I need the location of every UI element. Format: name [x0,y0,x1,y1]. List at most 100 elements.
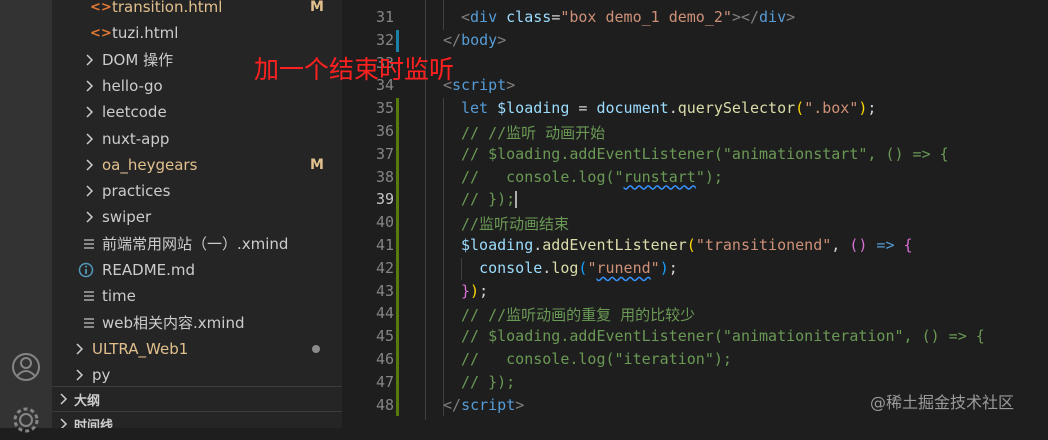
code-line: //监听动画结束 [461,213,569,234]
code-token: //监听动画结束 [461,215,570,234]
settings-gear-icon[interactable] [6,400,46,440]
code-token: > [515,395,525,414]
code-token: . [668,99,678,118]
explorer-item[interactable]: web相关内容.xmind [52,310,342,336]
line-number: 48 [375,395,394,414]
code-line: // $loading.addEventListener("animationi… [461,327,985,345]
chevron-right-icon [76,369,84,381]
code-line: </body> [443,31,506,49]
modified-badge: M [310,156,324,173]
watermark: @稀土掘金技术社区 [870,393,1015,412]
code-token: $loading [497,99,570,118]
explorer-item[interactable]: time [52,283,342,309]
code-token: > [497,30,507,49]
explorer-item[interactable]: nuxt-app [52,126,342,152]
explorer-item-label: nuxt-app [102,129,170,148]
chevron-right-icon [86,159,94,171]
text-cursor [515,191,518,209]
code-token: "box demo_1 demo_2" [560,8,732,26]
code-token: // $loading.addEventListener("animationi… [461,327,985,346]
code-token: // //监听动画的重复 用的比较少 [461,306,696,325]
line-number: 40 [375,213,394,232]
code-token: body [461,30,498,49]
code-token: runend [596,258,651,277]
code-token: script [452,76,507,95]
code-token: () [849,236,868,254]
chevron-right-icon [76,343,84,355]
code-token: div [759,8,787,26]
explorer-item-label: web相关内容.xmind [102,314,245,333]
code-token: // }); [461,190,516,209]
line-number: 39 [375,190,394,209]
line-number: 41 [375,236,394,254]
explorer-item[interactable]: ULTRA_Web1 [52,336,342,362]
line-number: 36 [375,122,394,140]
code-token: > [506,76,516,95]
timeline-section-label: 时间线 [74,418,114,429]
explorer-item[interactable]: py [52,362,342,388]
code-line: <div class="box demo_1 demo_2"></div> [461,8,795,26]
code-line: $loading.addEventListener("transitionend… [461,236,913,254]
changes-dot-icon [312,344,320,353]
line-number: 45 [375,327,394,346]
code-token: $loading [461,236,534,254]
chevron-right-icon [86,132,94,145]
code-token: ; [668,258,678,277]
chevron-right-icon [86,80,94,92]
explorer-item-label: 前端常用网站（一）.xmind [102,235,289,254]
code-token: = [551,8,561,26]
code-line: // console.log("iteration"); [461,350,732,368]
chevron-right-icon [86,211,94,223]
code-token: "); [695,167,723,186]
line-number: 46 [375,350,394,368]
explorer-item[interactable]: <> transition.html M [52,0,342,20]
code-token: </ [443,395,462,414]
code-token: ".box" [804,99,859,118]
outline-section[interactable]: 大纲 [52,386,342,411]
modified-badge: M [310,0,324,15]
explorer-item[interactable]: 前端常用网站（一）.xmind [52,231,342,257]
explorer-item-label: practices [102,182,171,201]
code-token: ) [470,281,480,300]
code-token: // //监听 动画开始 [461,124,606,142]
code-token: // $loading.addEventListener("animations… [461,144,949,163]
code-token: div [470,8,498,26]
explorer-item-label: transition.html [112,0,223,16]
code-token: => [867,236,904,254]
html-file-icon: <> [90,25,112,41]
code-line: let $loading = document.querySelector(".… [461,99,876,117]
chevron-right-icon [86,106,94,118]
explorer-item[interactable]: practices [52,178,342,204]
explorer-item[interactable]: README.md [52,257,342,283]
explorer-item[interactable]: <> tuzi.html [52,20,342,46]
line-number: 32 [375,30,394,49]
line-number: 44 [375,304,394,323]
explorer-item-label: README.md [102,261,196,279]
account-icon[interactable] [6,347,46,387]
line-number: 37 [375,144,394,163]
indent-guide [443,0,444,30]
line-number: 42 [375,258,394,277]
info-file-icon [78,262,94,278]
gutter-added-indicator [396,98,399,416]
code-line: // $loading.addEventListener("animations… [461,145,949,163]
explorer-item[interactable]: swiper [52,204,342,230]
indent-guide [443,98,444,416]
explorer-item[interactable]: oa_heygears M [52,152,342,178]
explorer-item[interactable]: leetcode [52,99,342,125]
explorer-item-label: oa_heygears [102,155,198,174]
code-token: "transitionend" [695,236,832,254]
chevron-right-icon [86,185,94,197]
code-token: . [533,236,543,254]
code-line: }); [461,282,488,300]
text-file-icon [84,238,94,249]
explorer-item-label: tuzi.html [112,24,179,43]
code-line: // }); [461,190,518,209]
text-file-icon [84,291,94,302]
code-line: // console.log("runstart"); [461,168,723,186]
code-token: ; [479,281,489,300]
timeline-section[interactable]: 时间线 [52,411,342,428]
code-token: { [903,236,913,254]
